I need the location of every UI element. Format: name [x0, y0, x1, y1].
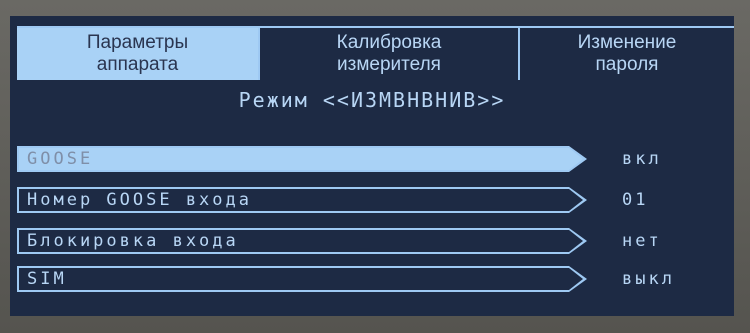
tab-change-password-label: Изменение пароля	[577, 32, 677, 75]
tab-meter-calibration[interactable]: Калибровка измерителя	[258, 26, 518, 80]
setting-value-goose-input-number: 01	[622, 190, 649, 210]
tab-change-password[interactable]: Изменение пароля	[518, 26, 734, 80]
setting-value-sim: выкл	[622, 269, 675, 289]
setting-label: Номер GOOSE входа	[27, 190, 252, 210]
mode-title: Режим <<ИЗМВНВНИВ>>	[238, 88, 506, 112]
setting-label: Блокировка входа	[27, 231, 239, 251]
setting-label: GOOSE	[27, 149, 94, 169]
setting-row-bar	[17, 146, 569, 172]
device-bezel: Параметры аппарата Калибровка измерителя…	[0, 0, 750, 333]
lcd-screen: Параметры аппарата Калибровка измерителя…	[10, 16, 734, 316]
tab-device-parameters[interactable]: Параметры аппарата	[17, 26, 258, 80]
setting-value-input-blocking: нет	[622, 231, 662, 251]
setting-label: SIM	[27, 269, 67, 289]
setting-row-bar	[17, 266, 569, 292]
tab-meter-calibration-label: Калибровка измерителя	[336, 32, 442, 75]
tab-bar: Параметры аппарата Калибровка измерителя…	[10, 16, 734, 80]
setting-value-goose: вкл	[622, 149, 662, 169]
tab-device-parameters-label: Параметры аппарата	[86, 32, 189, 75]
